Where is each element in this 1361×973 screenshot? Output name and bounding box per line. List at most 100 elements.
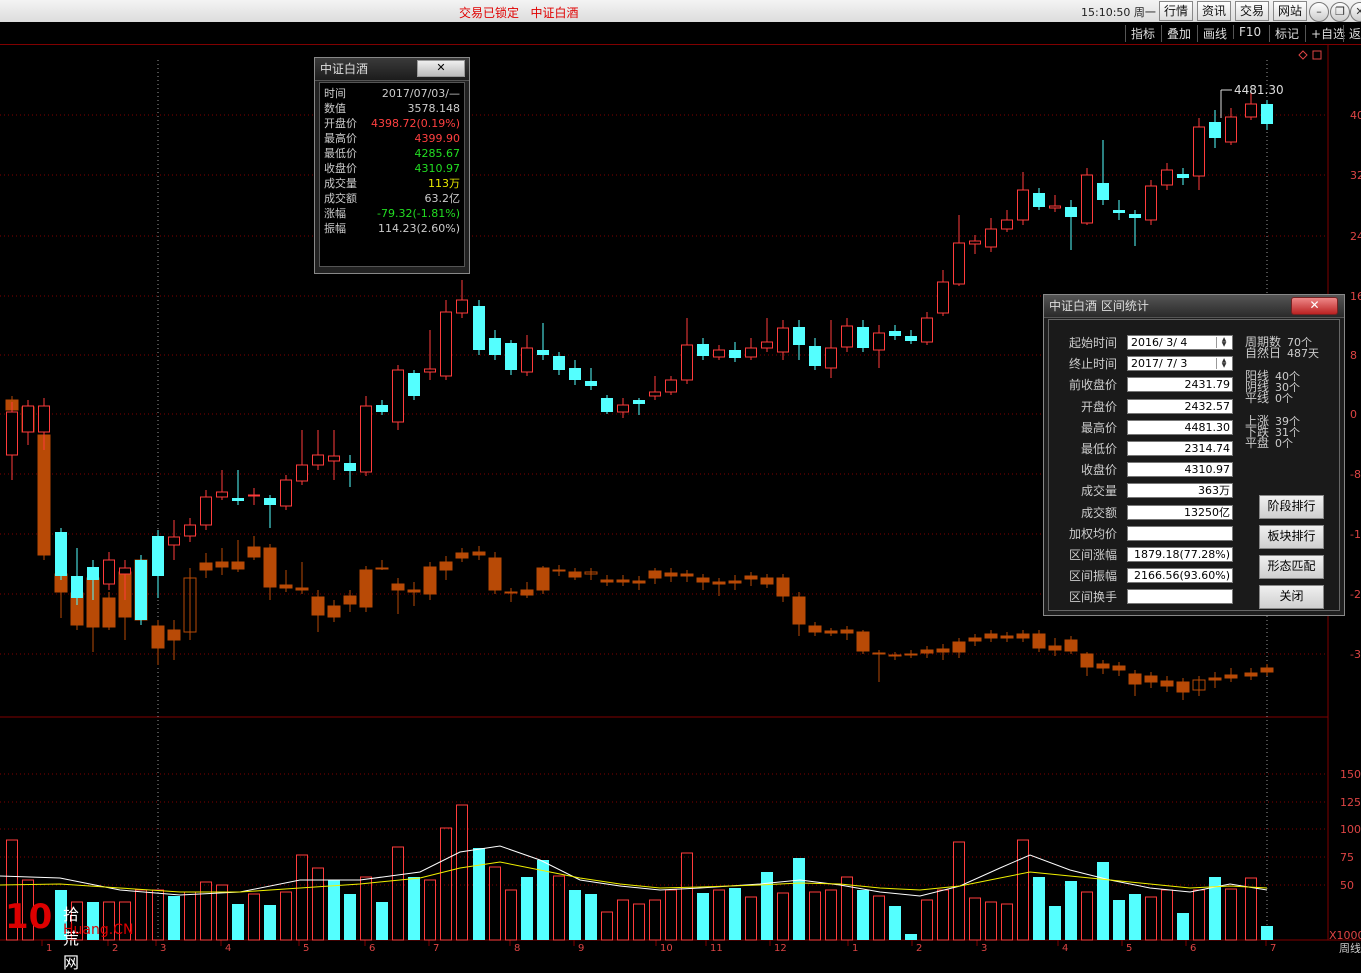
candle-body [1193, 126, 1205, 177]
nav-trade-button[interactable]: 交易 [1235, 1, 1270, 21]
stats-field-value[interactable]: 1879.18(77.28%) [1127, 547, 1233, 562]
bar-info-window[interactable]: 中证白酒 ✕ 时间 2017/07/03/— 数值 3578.148 开盘价 4398.7… [314, 57, 470, 274]
overlay-candle-body [407, 589, 421, 593]
overlay-candle-body [215, 561, 229, 568]
candle-body [456, 299, 468, 314]
volume-bar [1129, 894, 1141, 940]
stats-field-label: 区间振幅 [1068, 569, 1117, 584]
stats-field-label: 终止时间 [1068, 357, 1117, 372]
price-axis-label: -24 [1350, 588, 1361, 601]
candle-body [408, 373, 420, 396]
pattern-match-button[interactable]: 形态匹配 [1259, 555, 1324, 579]
overlay-candle-body [359, 569, 373, 608]
f10-button[interactable]: F10 [1233, 25, 1266, 39]
back-button[interactable]: 返 [1343, 25, 1361, 42]
overlay-candle-body [1112, 665, 1126, 671]
candle-body [1017, 189, 1029, 221]
candle-body [1113, 210, 1125, 213]
restore-icon[interactable]: ❐ [1330, 2, 1350, 22]
close-icon[interactable]: ✕ [1350, 2, 1361, 22]
volume-bar [649, 899, 661, 941]
volume-bar [184, 891, 196, 941]
info-row-value: 2017/07/03/— [381, 87, 460, 100]
stats-field-value[interactable]: 2432.57 [1127, 398, 1233, 414]
time-axis-label: 10 [660, 943, 673, 953]
close-stats-button[interactable]: 关闭 [1259, 585, 1324, 609]
volume-bar [408, 877, 420, 940]
candle-body [344, 463, 356, 471]
stats-close-button[interactable]: ✕ [1291, 297, 1338, 315]
stats-field-value[interactable]: 2431.79 [1127, 377, 1233, 393]
price-axis-label: -8 [1350, 468, 1361, 481]
candle-body [87, 567, 99, 580]
price-axis-label: -16 [1350, 528, 1361, 541]
overlay-candle-body [552, 569, 566, 572]
overlay-candle-body [1032, 633, 1046, 649]
overlay-candle-body [1064, 639, 1078, 652]
volume-bar [456, 804, 468, 941]
stats-date-picker[interactable]: 2016/ 3/ 4 ▲ ▼ [1127, 335, 1233, 350]
stats-field-label: 加权均价 [1068, 526, 1117, 541]
info-row-value: 3578.148 [407, 102, 461, 115]
overlay-candle-body [1000, 635, 1014, 639]
candle-body [392, 369, 404, 423]
mark-button[interactable]: 标记 [1269, 25, 1304, 42]
overlay-candle-body [247, 546, 261, 558]
volume-bar [809, 891, 821, 941]
nav-news-button[interactable]: 资讯 [1197, 1, 1232, 21]
info-row-label: 开盘价 [324, 117, 357, 130]
minimize-icon[interactable]: – [1309, 2, 1329, 22]
volume-bar [505, 889, 517, 941]
stats-field-value[interactable]: 4481.30 [1127, 419, 1233, 435]
stage-ranking-button[interactable]: 阶段排行 [1259, 495, 1324, 519]
stats-field-value[interactable]: 363万 [1127, 483, 1233, 499]
time-axis-label: 1 [46, 943, 52, 953]
overlay-candle-body [728, 580, 742, 584]
sector-ranking-button[interactable]: 板块排行 [1259, 525, 1324, 549]
stats-date-picker[interactable]: 2017/ 7/ 3 ▲ ▼ [1127, 356, 1233, 372]
time-axis-label: 9 [578, 943, 584, 953]
stats-field-value[interactable]: 4310.97 [1127, 462, 1233, 478]
candle-body [1129, 214, 1141, 218]
volume-bar [601, 911, 613, 941]
overlay-candle-body [102, 597, 116, 628]
overlay-candle-body [1080, 653, 1094, 668]
volume-bar [745, 896, 757, 941]
spin-arrows-icon[interactable]: ▲ ▼ [1216, 337, 1231, 348]
stats-field-text: 13250亿 [1184, 505, 1230, 519]
stats-field-value[interactable]: 2166.56(93.60%) [1127, 568, 1233, 584]
candle-body [713, 349, 725, 358]
candle-body [1065, 207, 1077, 217]
interval-stats-window[interactable]: 中证白酒 区间统计 ✕ 起始时间 2016/ 3/ 4 ▲ ▼ 终止时间 2017/ 7/… [1043, 294, 1345, 616]
volume-bar [248, 893, 260, 941]
stats-field-value[interactable] [1127, 525, 1233, 541]
info-close-button[interactable]: ✕ [417, 60, 465, 77]
stats-field-value[interactable]: 2314.74 [1127, 441, 1233, 456]
period-label: 周线 [1339, 941, 1361, 953]
chart-toolbar: 指标 叠加 画线 F10 标记 +自选 返 [0, 22, 1361, 45]
info-row-value: 113万 [428, 177, 460, 190]
time-axis-label: 5 [1126, 943, 1132, 953]
nav-website-button[interactable]: 网站 [1273, 1, 1308, 21]
stats-field-text: 4481.30 [1184, 420, 1231, 434]
draw-line-button[interactable]: 画线 [1197, 25, 1232, 42]
volume-bar [857, 890, 869, 940]
candle-body [1245, 103, 1257, 118]
candle-body [649, 391, 661, 397]
nav-market-button[interactable]: 行情 [1159, 1, 1194, 21]
volume-bar [232, 904, 244, 940]
overlay-candle-body [391, 583, 405, 591]
stats-field-label: 区间换手 [1068, 590, 1117, 605]
overlay-button[interactable]: 叠加 [1161, 25, 1196, 42]
price-axis-label: 8 [1350, 349, 1357, 362]
overlay-candle-body [504, 591, 518, 594]
candle-body [969, 240, 981, 245]
candle-body [633, 400, 645, 404]
volume-bar [376, 902, 388, 940]
indicator-button[interactable]: 指标 [1125, 25, 1160, 42]
overlay-candle-body [423, 566, 437, 595]
stats-field-value[interactable]: 13250亿 [1127, 504, 1233, 520]
stats-field-value[interactable] [1127, 589, 1233, 605]
spin-arrows-icon[interactable]: ▲ ▼ [1216, 358, 1231, 370]
volume-bar [392, 846, 404, 941]
